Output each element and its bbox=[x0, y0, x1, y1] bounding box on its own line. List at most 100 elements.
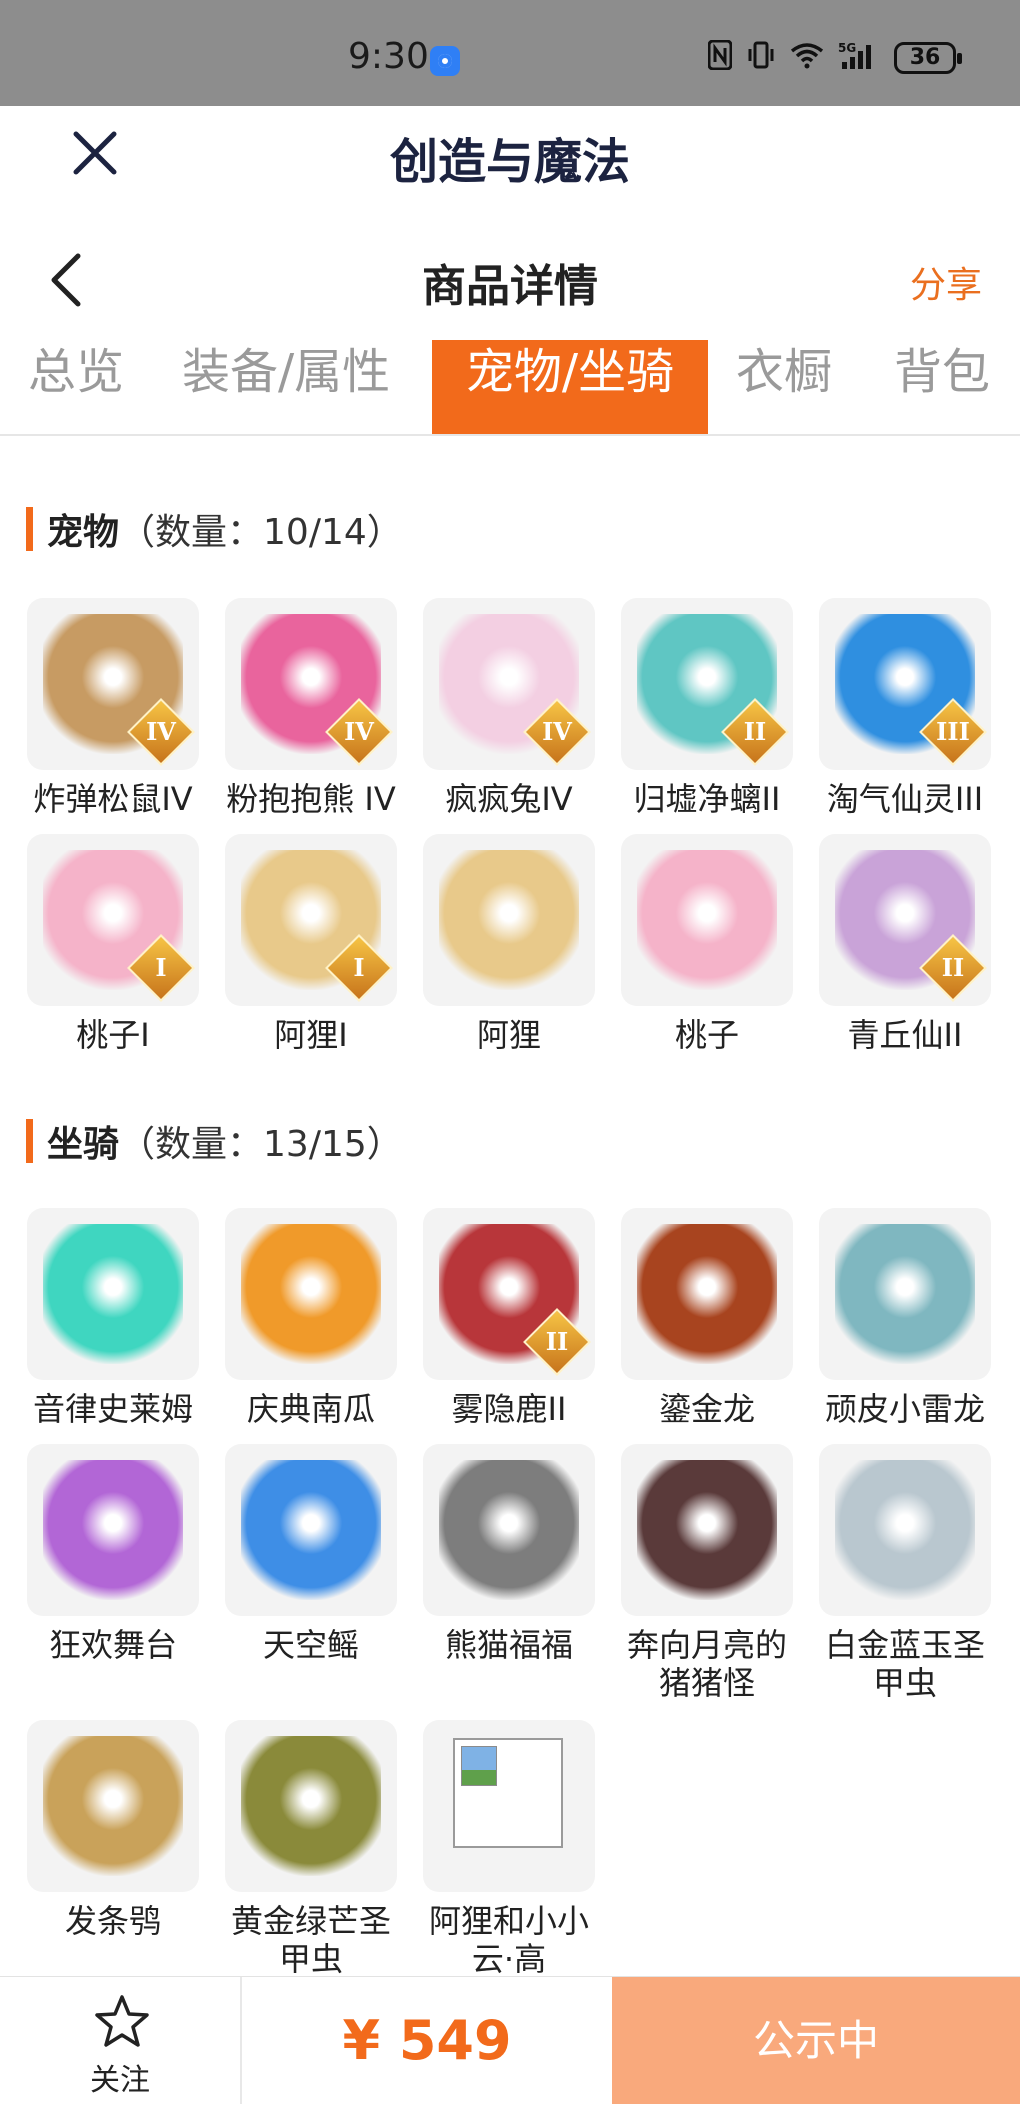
mounts-name: 雾隐鹿II bbox=[451, 1390, 567, 1428]
share-button[interactable]: 分享 bbox=[910, 256, 982, 308]
mounts-thumbnail bbox=[225, 1720, 397, 1892]
mounts-item[interactable]: 发条鸮 bbox=[14, 1720, 212, 1940]
mounts-name: 顽皮小雷龙 bbox=[824, 1390, 985, 1428]
pets-name: 阿狸I bbox=[274, 1016, 348, 1054]
tab-overview[interactable]: 总览 bbox=[28, 340, 124, 434]
mounts-thumbnail bbox=[225, 1444, 397, 1616]
pets-item[interactable]: III 淘气仙灵III bbox=[806, 598, 1004, 818]
tier-badge-label: IV bbox=[542, 717, 572, 746]
section-accent-bar bbox=[26, 507, 33, 551]
star-icon bbox=[95, 1995, 149, 2047]
price: ¥ 549 bbox=[342, 2009, 512, 2072]
wifi-icon bbox=[790, 41, 824, 76]
mounts-thumbnail bbox=[423, 1444, 595, 1616]
mounts-name: 阿狸和小小云·高 bbox=[428, 1902, 589, 1978]
pets-item[interactable]: I 阿狸I bbox=[212, 834, 410, 1054]
pets-name: 阿狸 bbox=[476, 1016, 541, 1054]
pets-name: 淘气仙灵III bbox=[826, 780, 984, 818]
pets-item[interactable]: 桃子 bbox=[608, 834, 806, 1054]
pets-thumbnail bbox=[621, 834, 793, 1006]
mounts-artwork bbox=[637, 1460, 777, 1600]
mounts-item[interactable]: 奔向月亮的猪猪怪 bbox=[608, 1444, 806, 1702]
pets-item[interactable]: I 桃子I bbox=[14, 834, 212, 1054]
pets-name: 炸弹松鼠IV bbox=[33, 780, 193, 818]
mounts-thumbnail bbox=[27, 1720, 199, 1892]
pets-item[interactable]: II 归墟净螭II bbox=[608, 598, 806, 818]
app-notification-icon bbox=[430, 46, 460, 76]
pets-thumbnail: II bbox=[819, 834, 991, 1006]
pets-name: 粉抱抱熊 IV bbox=[226, 780, 396, 818]
mounts-thumbnail bbox=[819, 1444, 991, 1616]
status-time: 9:30 bbox=[348, 36, 429, 77]
mounts-item[interactable]: II 雾隐鹿II bbox=[410, 1208, 608, 1428]
tab-backpack[interactable]: 背包 bbox=[894, 340, 990, 434]
mounts-thumbnail bbox=[621, 1208, 793, 1380]
mounts-artwork bbox=[835, 1460, 975, 1600]
svg-text:5G: 5G bbox=[838, 41, 856, 55]
tier-badge-label: I bbox=[155, 953, 167, 982]
mounts-thumbnail bbox=[27, 1208, 199, 1380]
pets-item[interactable]: IV 疯疯兔IV bbox=[410, 598, 608, 818]
tier-badge-label: IV bbox=[146, 717, 176, 746]
pets-thumbnail: II bbox=[621, 598, 793, 770]
vibrate-icon bbox=[746, 40, 776, 77]
mounts-artwork bbox=[439, 1460, 579, 1600]
mounts-item[interactable]: 鎏金龙 bbox=[608, 1208, 806, 1428]
mounts-name: 发条鸮 bbox=[64, 1902, 161, 1940]
mounts-thumbnail bbox=[423, 1720, 595, 1892]
mounts-thumbnail bbox=[27, 1444, 199, 1616]
pets-item[interactable]: IV 炸弹松鼠IV bbox=[14, 598, 212, 818]
mounts-title: 坐骑 bbox=[47, 1124, 120, 1165]
mounts-name: 庆典南瓜 bbox=[246, 1390, 375, 1428]
mounts-artwork bbox=[637, 1224, 777, 1364]
pets-item[interactable]: 阿狸 bbox=[410, 834, 608, 1054]
mounts-artwork bbox=[241, 1224, 381, 1364]
nav-bar: 商品详情 分享 bbox=[0, 232, 1020, 322]
mounts-thumbnail bbox=[225, 1208, 397, 1380]
status-icons: 5G 36 bbox=[707, 38, 962, 78]
mounts-name: 音律史莱姆 bbox=[32, 1390, 193, 1428]
status-button[interactable]: 公示中 bbox=[612, 1977, 1020, 2104]
mounts-count: （数量：13/15） bbox=[119, 1124, 403, 1165]
mounts-item[interactable]: 天空鳐 bbox=[212, 1444, 410, 1664]
mounts-item[interactable]: 熊猫福福 bbox=[410, 1444, 608, 1664]
mounts-thumbnail bbox=[819, 1208, 991, 1380]
pets-thumbnail: IV bbox=[27, 598, 199, 770]
tab-equipment[interactable]: 装备/属性 bbox=[182, 340, 390, 434]
pets-item[interactable]: IV 粉抱抱熊 IV bbox=[212, 598, 410, 818]
follow-button[interactable]: 关注 bbox=[0, 1977, 242, 2104]
pets-thumbnail: IV bbox=[423, 598, 595, 770]
mounts-item[interactable]: 阿狸和小小云·高 bbox=[410, 1720, 608, 1978]
mounts-section-header: 坐骑 （数量：13/15） bbox=[26, 1116, 403, 1166]
page-title: 商品详情 bbox=[422, 261, 598, 312]
pets-thumbnail bbox=[423, 834, 595, 1006]
battery-indicator: 36 bbox=[894, 42, 962, 74]
mounts-name: 白金蓝玉圣甲虫 bbox=[824, 1626, 985, 1702]
pets-item[interactable]: II 青丘仙II bbox=[806, 834, 1004, 1054]
app-title-bar: 创造与魔法 bbox=[0, 106, 1020, 202]
mounts-item[interactable]: 顽皮小雷龙 bbox=[806, 1208, 1004, 1428]
mounts-name: 黄金绿芒圣甲虫 bbox=[230, 1902, 391, 1978]
pets-thumbnail: I bbox=[27, 834, 199, 1006]
tier-badge-label: IV bbox=[344, 717, 374, 746]
mounts-item[interactable]: 狂欢舞台 bbox=[14, 1444, 212, 1664]
tab-pets-mounts[interactable]: 宠物/坐骑 bbox=[432, 340, 708, 434]
mounts-artwork bbox=[241, 1460, 381, 1600]
mounts-item[interactable]: 黄金绿芒圣甲虫 bbox=[212, 1720, 410, 1978]
pets-name: 青丘仙II bbox=[847, 1016, 963, 1054]
mounts-item[interactable]: 庆典南瓜 bbox=[212, 1208, 410, 1428]
pets-name: 桃子 bbox=[674, 1016, 739, 1054]
tier-badge-label: II bbox=[743, 717, 767, 746]
mounts-name: 天空鳐 bbox=[262, 1626, 359, 1664]
pets-name: 归墟净螭II bbox=[633, 780, 781, 818]
tier-badge-label: II bbox=[941, 953, 965, 982]
pets-thumbnail: I bbox=[225, 834, 397, 1006]
mounts-name: 奔向月亮的猪猪怪 bbox=[626, 1626, 787, 1702]
mounts-artwork bbox=[43, 1224, 183, 1364]
5g-signal-icon: 5G bbox=[838, 40, 880, 77]
tab-wardrobe[interactable]: 衣橱 bbox=[736, 340, 832, 434]
mounts-artwork bbox=[43, 1460, 183, 1600]
pets-thumbnail: IV bbox=[225, 598, 397, 770]
mounts-item[interactable]: 白金蓝玉圣甲虫 bbox=[806, 1444, 1004, 1702]
mounts-item[interactable]: 音律史莱姆 bbox=[14, 1208, 212, 1428]
